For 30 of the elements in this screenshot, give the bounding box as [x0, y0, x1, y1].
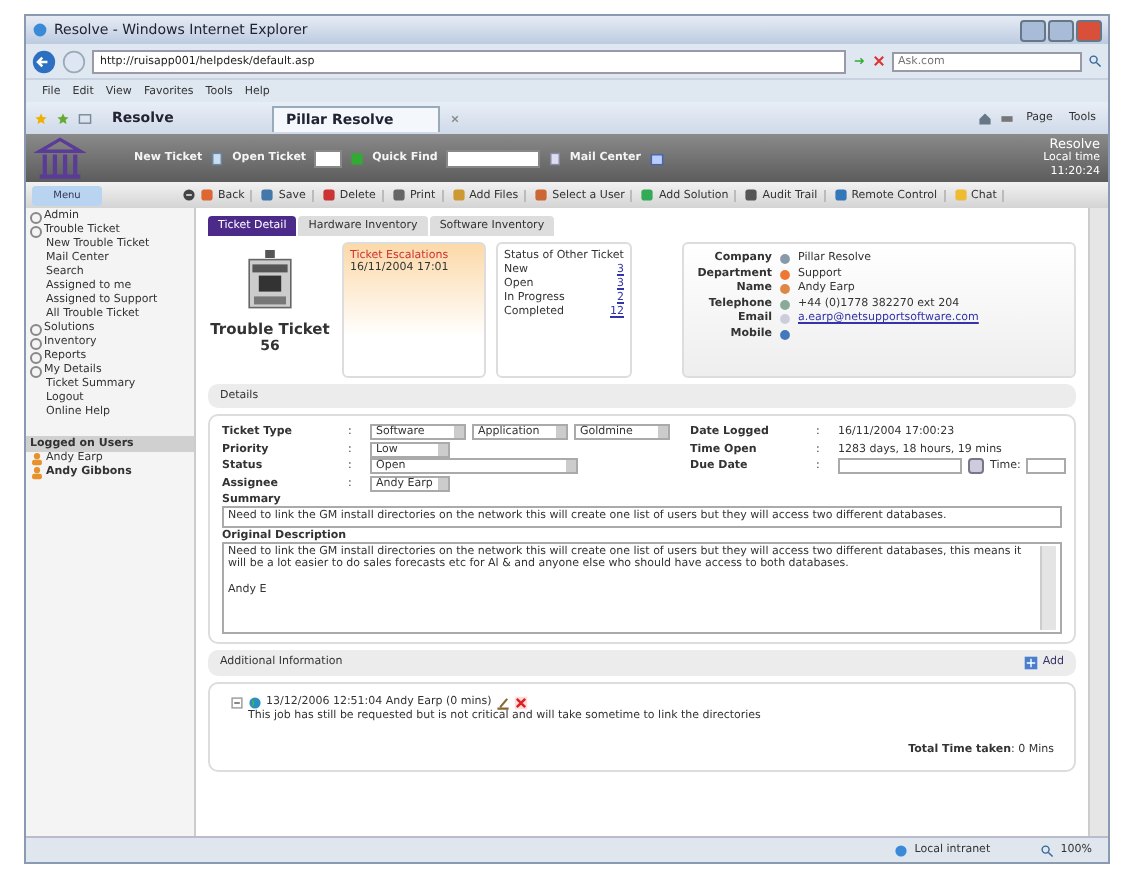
home-icon[interactable] — [978, 111, 993, 125]
ticket-number-field[interactable] — [314, 149, 343, 167]
add-favorite-icon[interactable] — [56, 111, 70, 125]
building-logo-icon — [34, 136, 86, 180]
maximize-button[interactable] — [1048, 19, 1074, 41]
close-button[interactable] — [1076, 19, 1102, 41]
search-icon[interactable] — [1088, 54, 1102, 68]
page-scrollbar[interactable] — [1088, 208, 1108, 836]
description-field[interactable] — [222, 541, 1062, 633]
ticket-machine-drawing — [246, 250, 294, 314]
scrollbar[interactable] — [1040, 545, 1056, 629]
globe-icon — [248, 695, 262, 709]
close-icon[interactable] — [448, 111, 462, 125]
mail-icon[interactable] — [649, 151, 663, 165]
stop-icon[interactable] — [872, 54, 886, 68]
due-date-field[interactable] — [838, 458, 962, 475]
quick-find-field[interactable] — [445, 149, 540, 167]
quick-tabs-icon[interactable] — [78, 111, 92, 125]
collapse-icon[interactable] — [182, 188, 196, 202]
edit-icon[interactable] — [495, 695, 510, 709]
minimize-button[interactable] — [1020, 19, 1046, 41]
delete-icon[interactable] — [513, 695, 528, 709]
time-field[interactable] — [1026, 458, 1067, 475]
refresh-icon[interactable] — [852, 54, 866, 68]
back-icon[interactable] — [32, 49, 56, 73]
collapse-icon[interactable] — [230, 695, 244, 709]
calendar-button[interactable] — [968, 458, 984, 475]
star-icon[interactable] — [34, 111, 48, 125]
zoom-icon[interactable] — [1040, 843, 1055, 857]
plus-icon[interactable] — [1024, 655, 1039, 669]
